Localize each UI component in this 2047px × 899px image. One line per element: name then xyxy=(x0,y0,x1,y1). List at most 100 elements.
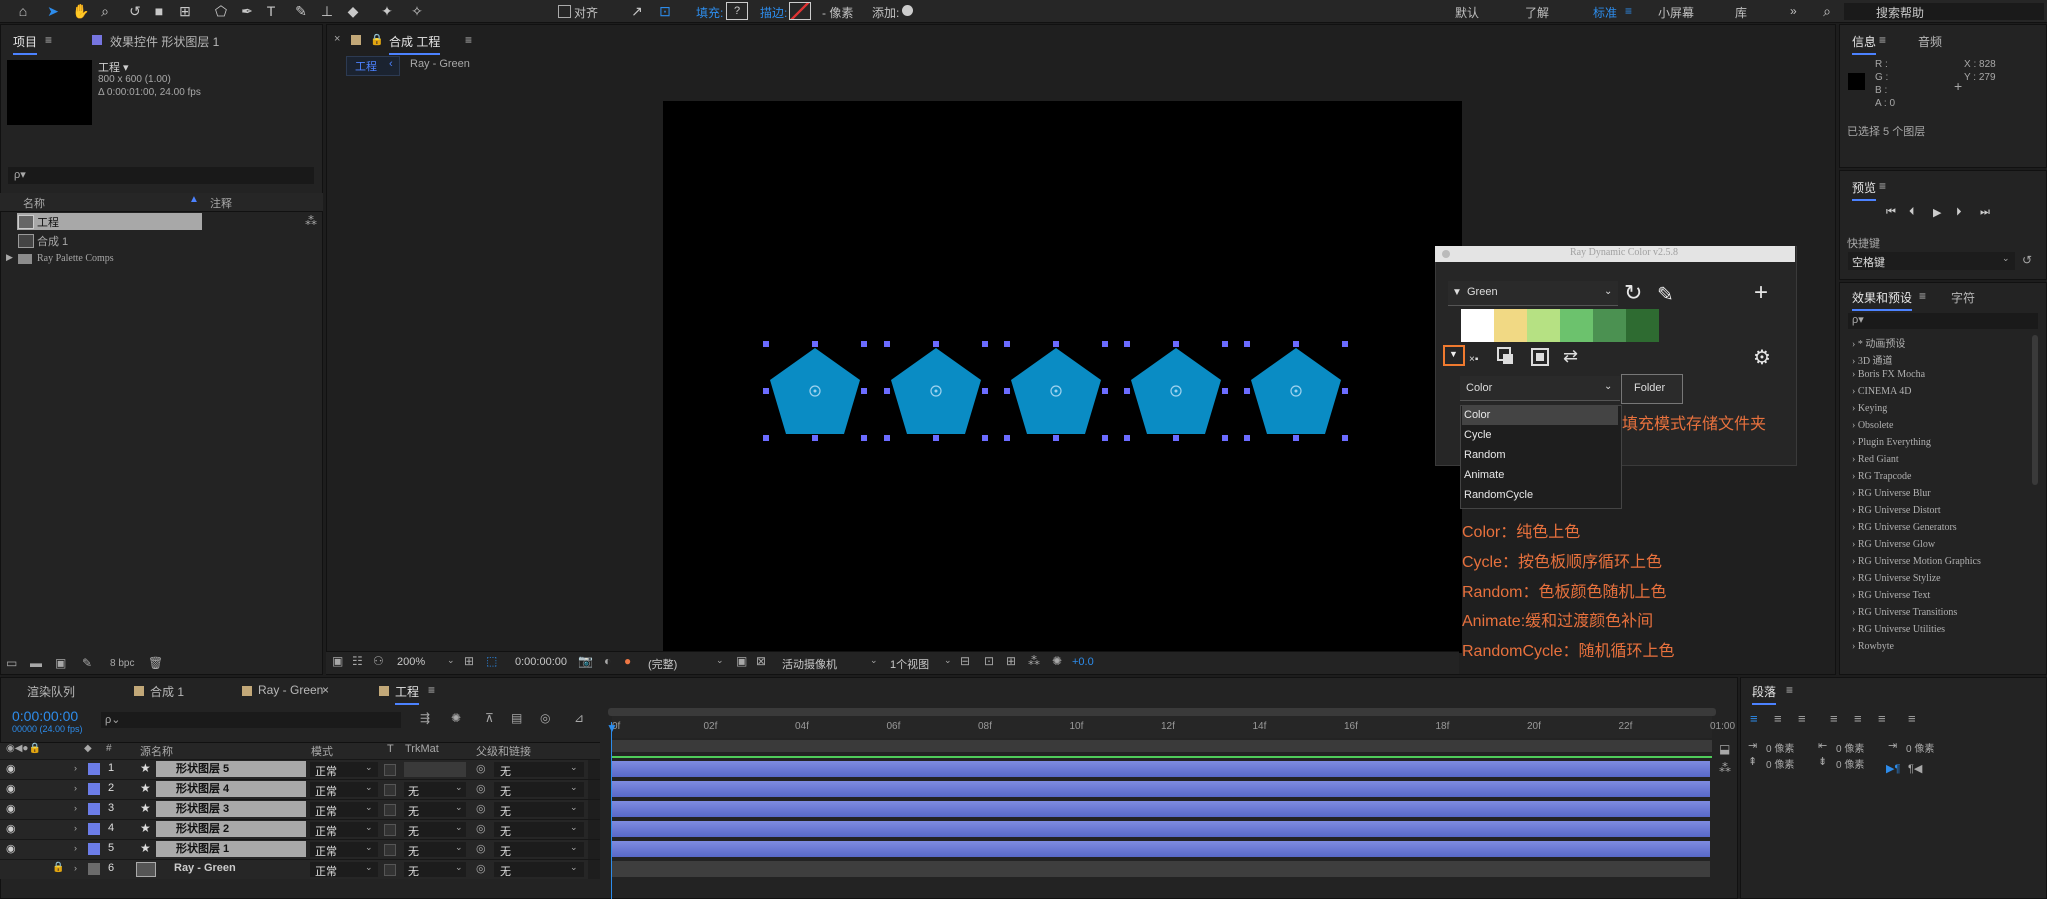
eraser-tool-icon[interactable]: ◆ xyxy=(344,2,362,20)
pentagon-shape[interactable] xyxy=(1007,344,1105,440)
selection-handle[interactable] xyxy=(1004,435,1010,441)
eye-icon[interactable]: ◉ xyxy=(6,822,16,835)
channel-icon[interactable]: ● xyxy=(624,654,631,668)
tab-character[interactable]: 字符 xyxy=(1951,289,1975,306)
tab-timeline-3[interactable]: 工程 xyxy=(395,683,420,705)
refresh-icon[interactable]: ↻ xyxy=(1624,280,1642,306)
workspace-menu-icon[interactable]: ≡ xyxy=(1625,4,1632,18)
pentagon-shape[interactable] xyxy=(1247,344,1345,440)
selection-handle[interactable] xyxy=(1222,388,1228,394)
add-icon[interactable]: + xyxy=(1754,279,1768,307)
breadcrumb-comp[interactable]: 工程 xyxy=(355,58,377,74)
effects-scrollbar[interactable] xyxy=(2032,335,2038,485)
hand-tool-icon[interactable]: ✋ xyxy=(72,2,90,20)
tab-info[interactable]: 信息 xyxy=(1852,33,1877,55)
label-color-icon[interactable] xyxy=(88,763,100,775)
workspace-learn[interactable]: 了解 xyxy=(1525,4,1549,21)
space-before-value[interactable]: 0 像素 xyxy=(1766,756,1794,771)
zoom-select[interactable]: 200% xyxy=(397,656,425,668)
workspace-library[interactable]: 库 xyxy=(1735,4,1747,21)
pickwhip-icon[interactable]: ◎ xyxy=(476,822,486,835)
layer-bar[interactable] xyxy=(612,841,1710,857)
selection-handle[interactable] xyxy=(763,388,769,394)
viewer-timecode[interactable]: 0:00:00:00 xyxy=(515,656,567,668)
selection-handle[interactable] xyxy=(861,388,867,394)
tab-audio[interactable]: 音频 xyxy=(1918,33,1942,50)
effects-category[interactable]: › CINEMA 4D xyxy=(1852,386,1911,397)
fill-swatch[interactable]: ? xyxy=(726,2,748,20)
edit-pencil-icon[interactable]: ✎ xyxy=(1657,282,1674,307)
layer-bar-precomp[interactable] xyxy=(612,861,1710,877)
tab-timeline-1[interactable]: 合成 1 xyxy=(150,683,184,700)
effects-category[interactable]: › RG Universe Transitions xyxy=(1852,607,1957,618)
pickwhip-icon[interactable]: ◎ xyxy=(476,862,486,875)
selection-handle[interactable] xyxy=(812,435,818,441)
shy-layers-icon[interactable]: ⊼ xyxy=(485,711,494,725)
selection-handle[interactable] xyxy=(1342,341,1348,347)
playhead-handle-icon[interactable]: ▼ xyxy=(606,721,618,735)
safe-zones-icon[interactable]: ⚇ xyxy=(373,654,384,668)
align-left-icon[interactable]: ≡ xyxy=(1750,711,1758,726)
effects-category[interactable]: › RG Universe Stylize xyxy=(1852,573,1941,584)
project-settings-icon[interactable]: ✎ xyxy=(82,656,92,670)
puppet-tool-icon[interactable]: ✧ xyxy=(408,2,426,20)
preserve-transparency-checkbox[interactable] xyxy=(384,864,396,876)
tab-paragraph[interactable]: 段落 xyxy=(1752,683,1777,705)
breadcrumb-precomp[interactable]: Ray - Green xyxy=(410,58,470,70)
gear-icon[interactable]: ⚙ xyxy=(1753,345,1771,370)
preserve-transparency-checkbox[interactable] xyxy=(384,824,396,836)
col-name[interactable]: 名称 xyxy=(23,195,45,211)
effects-category[interactable]: › RG Universe Text xyxy=(1852,590,1930,601)
selection-handle[interactable] xyxy=(1053,435,1059,441)
selection-handle[interactable] xyxy=(1124,435,1130,441)
effects-category[interactable]: › Plugin Everything xyxy=(1852,437,1931,448)
label-color-icon[interactable] xyxy=(88,863,100,875)
indent-first-value[interactable]: 0 像素 xyxy=(1906,740,1934,755)
close-tab-icon[interactable]: × xyxy=(322,683,329,697)
lock-icon[interactable]: 🔒 xyxy=(52,862,64,873)
justify-right-icon[interactable]: ≡ xyxy=(1878,711,1886,726)
palette-swatch[interactable] xyxy=(1494,309,1527,342)
effects-category[interactable]: › RG Universe Glow xyxy=(1852,539,1935,550)
pentagon-shape[interactable] xyxy=(887,344,985,440)
space-after-value[interactable]: 0 像素 xyxy=(1836,756,1864,771)
layer-name[interactable]: 形状图层 1 xyxy=(156,841,306,857)
workspace-small-screen[interactable]: 小屏幕 xyxy=(1658,4,1694,21)
selection-handle[interactable] xyxy=(1244,388,1250,394)
effects-category[interactable]: › Rowbyte xyxy=(1852,641,1894,652)
expand-arrow-icon[interactable]: ▶ xyxy=(6,252,13,263)
eye-icon[interactable]: ◉ xyxy=(6,762,16,775)
snap-options-icon[interactable]: ⊡ xyxy=(656,2,674,20)
eye-icon[interactable]: ◉ xyxy=(6,802,16,815)
selection-handle[interactable] xyxy=(1244,435,1250,441)
layer-name[interactable]: 形状图层 5 xyxy=(156,761,306,777)
timeline-icon[interactable]: ⊡ xyxy=(984,654,994,668)
tab-effects-presets[interactable]: 效果和预设 xyxy=(1852,289,1913,311)
flowchart-icon[interactable]: ⁂ xyxy=(305,214,317,228)
pan-behind-tool-icon[interactable]: ⊞ xyxy=(176,2,194,20)
graph-editor-icon[interactable]: ⊿ xyxy=(574,711,584,725)
selection-handle[interactable] xyxy=(1173,435,1179,441)
expand-arrow-icon[interactable]: › xyxy=(74,783,77,793)
preserve-transparency-checkbox[interactable] xyxy=(384,844,396,856)
workspace-standard[interactable]: 标准 xyxy=(1593,4,1617,21)
tab-menu-icon[interactable]: ≡ xyxy=(1786,683,1793,697)
timeline-timecode[interactable]: 0:00:00:00 xyxy=(12,708,78,724)
col-source-name[interactable]: 源名称 xyxy=(140,743,173,759)
align-center-icon[interactable]: ≡ xyxy=(1774,711,1782,726)
collapse-arrow-icon[interactable]: ▼ xyxy=(1452,287,1462,298)
selection-handle[interactable] xyxy=(884,388,890,394)
indent-right-value[interactable]: 0 像素 xyxy=(1836,740,1864,755)
pickwhip-icon[interactable]: ◎ xyxy=(476,782,486,795)
label-color-icon[interactable] xyxy=(88,783,100,795)
palette-swatch[interactable] xyxy=(1560,309,1593,342)
palette-swatch[interactable] xyxy=(1461,309,1494,342)
expand-arrow-icon[interactable]: › xyxy=(74,763,77,773)
effects-category[interactable]: › RG Universe Distort xyxy=(1852,505,1941,516)
selection-handle[interactable] xyxy=(861,341,867,347)
always-preview-icon[interactable]: ▣ xyxy=(332,654,343,668)
trash-icon[interactable]: 🗑 xyxy=(148,656,163,670)
selection-handle[interactable] xyxy=(1342,388,1348,394)
selection-handle[interactable] xyxy=(1222,341,1228,347)
clone-stamp-tool-icon[interactable]: ⊥ xyxy=(318,2,336,20)
